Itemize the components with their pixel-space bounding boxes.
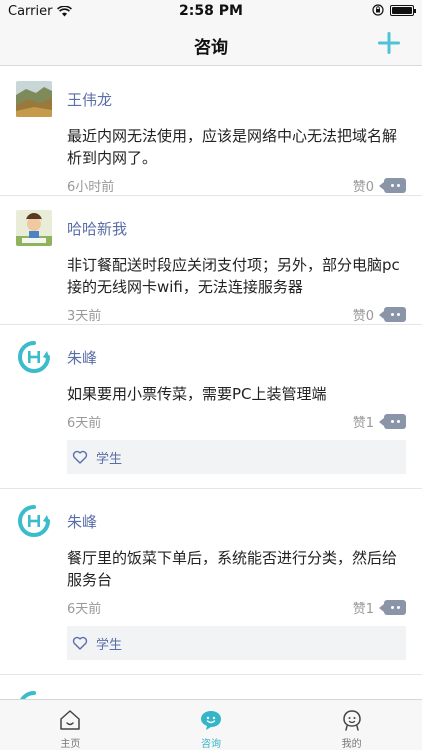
author-name[interactable]: 朱峰 (67, 347, 97, 368)
profile-icon (342, 710, 361, 731)
post-meta: 6小时前 赞0 (67, 174, 406, 196)
chat-smile-icon (201, 711, 221, 730)
tab-home-label: 主页 (60, 739, 81, 750)
like-count[interactable]: 赞0 (353, 305, 374, 324)
author-name[interactable]: 朱峰 (67, 511, 97, 532)
post-header: 哈哈新我 (16, 210, 406, 246)
comment-icon[interactable] (379, 306, 406, 322)
liked-by-name[interactable]: 学生 (96, 448, 122, 467)
tab-consult-label: 咨询 (201, 739, 221, 750)
post-content: 非订餐配送时段应关闭支付项；另外，部分电脑pc接的无线网卡wifi，无法连接服务… (67, 256, 400, 296)
author-name[interactable]: 哈哈新我 (67, 218, 127, 239)
liked-by-box: 学生 (67, 440, 406, 474)
heart-icon (72, 636, 88, 650)
post-header: 朱峰 (16, 339, 406, 375)
avatar[interactable] (16, 689, 52, 699)
navigation-bar: 咨询 (0, 22, 422, 66)
avatar[interactable] (16, 210, 52, 246)
comment-icon[interactable] (379, 413, 406, 429)
post-header: 王伟龙 (16, 81, 406, 117)
tab-bar: 主页 咨询 我的 (0, 699, 422, 750)
battery-icon (390, 4, 416, 16)
status-bar: Carrier 2:58 PM (0, 0, 422, 22)
post-meta: 3天前 赞0 (67, 303, 406, 325)
tab-consult[interactable]: 咨询 (141, 700, 282, 750)
like-count[interactable]: 赞1 (353, 412, 374, 431)
post-meta: 6天前 赞1 (67, 410, 406, 432)
consult-feed[interactable]: 王伟龙 最近内网无法使用，应该是网络中心无法把域名解析到内网了。 6小时前 赞0… (0, 67, 422, 699)
post-time: 6天前 (67, 415, 102, 431)
post-header: 学生 (16, 689, 406, 699)
liked-by-name[interactable]: 学生 (96, 634, 122, 653)
avatar[interactable] (16, 503, 52, 539)
tab-mine[interactable]: 我的 (281, 700, 422, 750)
post-item[interactable]: 学生 (0, 675, 422, 699)
post-content: 如果要用小票传菜，需要PC上装管理端 (67, 385, 327, 403)
post-content: 最近内网无法使用，应该是网络中心无法把域名解析到内网了。 (67, 127, 398, 167)
post-item[interactable]: 王伟龙 最近内网无法使用，应该是网络中心无法把域名解析到内网了。 6小时前 赞0 (0, 67, 422, 196)
post-item[interactable]: 朱峰 餐厅里的饭菜下单后，系统能否进行分类，然后给服务台 6天前 赞1 学生 (0, 489, 422, 675)
author-name[interactable]: 王伟龙 (67, 89, 112, 110)
battery-level (392, 6, 412, 14)
like-count[interactable]: 赞0 (353, 176, 374, 195)
avatar[interactable] (16, 81, 52, 117)
home-icon (60, 710, 81, 730)
tab-home[interactable]: 主页 (0, 700, 141, 750)
liked-by-box: 学生 (67, 626, 406, 660)
post-header: 朱峰 (16, 503, 406, 539)
status-time: 2:58 PM (179, 3, 243, 19)
post-meta: 6天前 赞1 (67, 596, 406, 618)
comment-icon[interactable] (379, 599, 406, 615)
heart-icon (72, 450, 88, 464)
avatar[interactable] (16, 339, 52, 375)
comment-icon[interactable] (379, 177, 406, 193)
like-count[interactable]: 赞1 (353, 598, 374, 617)
post-time: 3天前 (67, 308, 102, 324)
post-item[interactable]: 哈哈新我 非订餐配送时段应关闭支付项；另外，部分电脑pc接的无线网卡wifi，无… (0, 196, 422, 325)
post-item[interactable]: 朱峰 如果要用小票传菜，需要PC上装管理端 6天前 赞1 学生 (0, 325, 422, 489)
post-time: 6小时前 (67, 179, 115, 195)
post-content: 餐厅里的饭菜下单后，系统能否进行分类，然后给服务台 (67, 549, 398, 589)
tab-mine-label: 我的 (341, 739, 362, 750)
post-time: 6天前 (67, 601, 102, 617)
status-right (372, 4, 416, 16)
page-title: 咨询 (194, 38, 228, 58)
plus-icon[interactable] (376, 30, 402, 56)
lock-rotation-icon (372, 4, 384, 16)
